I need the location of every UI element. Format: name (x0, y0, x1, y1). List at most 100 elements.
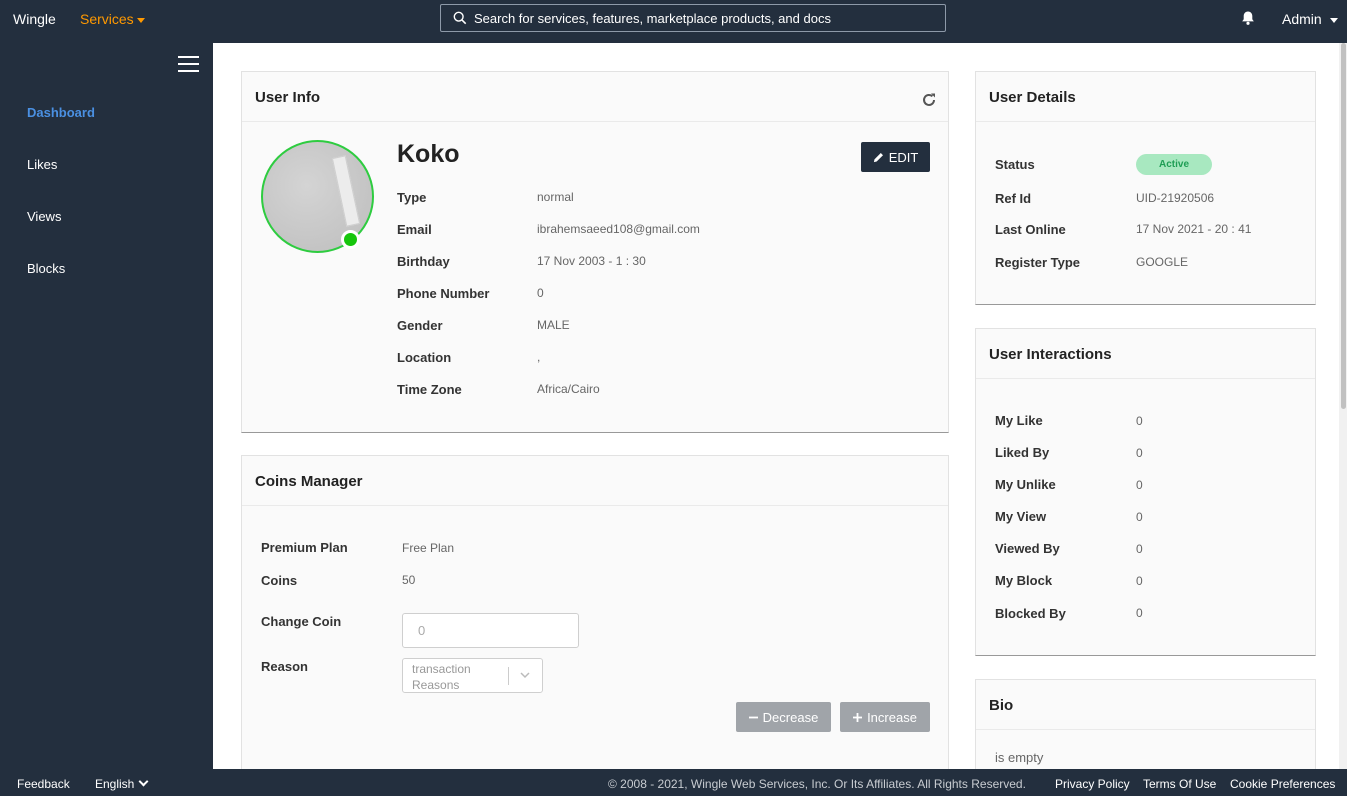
sidebar-item-blocks[interactable]: Blocks (27, 261, 65, 276)
user-menu-label: Admin (1282, 11, 1322, 27)
edit-label: EDIT (888, 149, 919, 165)
privacy-policy-link[interactable]: Privacy Policy (1055, 777, 1130, 791)
field-value: 0 (1136, 574, 1143, 588)
bell-icon[interactable] (1240, 10, 1256, 26)
scrollbar[interactable] (1339, 43, 1347, 769)
field-value: , (537, 350, 541, 364)
field-value: 0 (1136, 478, 1143, 492)
caret-down-icon (136, 17, 145, 23)
reason-label: Reason (261, 659, 308, 674)
pencil-icon (873, 152, 883, 162)
field-label: Viewed By (995, 541, 1060, 556)
reason-placeholder: transaction Reasons (412, 662, 471, 692)
field-label: Location (397, 350, 452, 365)
scrollbar-thumb[interactable] (1341, 43, 1346, 409)
coins-manager-card: Coins Manager Premium Plan Free Plan Coi… (241, 455, 949, 785)
field-label: Liked By (995, 445, 1050, 460)
decrease-label: Decrease (762, 709, 819, 725)
field-value: UID-21920506 (1136, 191, 1215, 205)
field-label: My Like (995, 413, 1043, 428)
change-coin-label: Change Coin (261, 614, 342, 629)
chevron-down-icon (138, 776, 149, 787)
increase-button[interactable]: Increase (840, 702, 930, 732)
brand-logo[interactable]: Wingle (13, 11, 56, 27)
field-value: 0 (537, 286, 544, 300)
premium-plan-value: Free Plan (402, 541, 455, 555)
select-divider (508, 667, 509, 685)
card-title: Coins Manager (255, 473, 363, 490)
language-selector[interactable]: English (95, 776, 149, 791)
user-details-card: User Details Status Active Ref Id UID-21… (975, 71, 1316, 305)
field-value: 0 (1136, 414, 1143, 428)
field-value: 17 Nov 2003 - 1 : 30 (537, 254, 646, 268)
user-name: Koko (397, 140, 460, 168)
field-value: GOOGLE (1136, 255, 1189, 269)
field-value: 0 (1136, 606, 1143, 620)
coins-manager-header: Coins Manager (242, 456, 948, 506)
card-title: User Details (989, 89, 1076, 106)
field-value: normal (537, 190, 574, 204)
card-title: Bio (989, 697, 1014, 714)
edit-button[interactable]: EDIT (861, 142, 930, 172)
status-label: Status (995, 157, 1035, 172)
field-label: My Unlike (995, 477, 1056, 492)
field-label: Email (397, 222, 432, 237)
field-value: 17 Nov 2021 - 20 : 41 (1136, 222, 1252, 236)
feedback-link[interactable]: Feedback (17, 777, 70, 791)
card-title: User Interactions (989, 346, 1112, 363)
user-interactions-header: User Interactions (976, 329, 1315, 379)
field-label: My View (995, 509, 1047, 524)
main-content: User Info Koko EDIT Type normal Email ib… (213, 43, 1347, 785)
field-label: Time Zone (397, 382, 462, 397)
field-value: Africa/Cairo (537, 382, 600, 396)
services-menu[interactable]: Services (80, 11, 145, 27)
field-value: 0 (1136, 510, 1143, 524)
user-details-header: User Details (976, 72, 1315, 122)
decrease-button[interactable]: Decrease (736, 702, 831, 732)
field-value: 0 (1136, 446, 1143, 460)
caret-down-icon (1329, 17, 1338, 23)
coins-label: Coins (261, 573, 298, 588)
user-info-header: User Info (242, 72, 948, 122)
field-value: ibrahemsaeed108@gmail.com (537, 222, 700, 236)
services-label: Services (80, 11, 134, 27)
bio-header: Bio (976, 680, 1315, 730)
online-status-dot (341, 230, 360, 249)
global-search[interactable] (440, 4, 946, 32)
copyright-text: © 2008 - 2021, Wingle Web Services, Inc.… (608, 777, 1026, 791)
field-label: Type (397, 190, 427, 205)
top-navbar: Wingle Services Admin (0, 0, 1347, 43)
field-label: Last Online (995, 222, 1066, 237)
refresh-icon[interactable] (921, 92, 937, 108)
sidebar-item-views[interactable]: Views (27, 209, 61, 224)
language-label: English (95, 777, 135, 791)
reason-select[interactable]: transaction Reasons (402, 658, 543, 693)
sidebar-item-likes[interactable]: Likes (27, 157, 57, 172)
field-value: MALE (537, 318, 570, 332)
sidebar-item-dashboard[interactable]: Dashboard (27, 105, 95, 120)
field-label: Register Type (995, 255, 1081, 270)
change-coin-input[interactable] (402, 613, 579, 648)
sidebar: Dashboard Likes Views Blocks (0, 43, 213, 769)
user-interactions-card: User Interactions My Like 0 Liked By 0 M… (975, 328, 1316, 656)
field-label: Gender (397, 318, 443, 333)
hamburger-icon[interactable] (178, 56, 199, 73)
field-label: Blocked By (995, 606, 1066, 621)
field-label: Ref Id (995, 191, 1032, 206)
user-menu[interactable]: Admin (1282, 11, 1338, 27)
terms-of-use-link[interactable]: Terms Of Use (1143, 777, 1216, 791)
field-label: My Block (995, 573, 1053, 588)
bio-card: Bio is empty (975, 679, 1316, 779)
bio-text: is empty (995, 750, 1044, 765)
field-label: Phone Number (397, 286, 490, 301)
coins-value: 50 (402, 573, 416, 587)
increase-label: Increase (867, 709, 917, 725)
cookie-preferences-link[interactable]: Cookie Preferences (1230, 777, 1335, 791)
field-label: Birthday (397, 254, 450, 269)
search-input[interactable] (474, 5, 939, 31)
premium-plan-label: Premium Plan (261, 540, 348, 555)
user-info-card: User Info Koko EDIT Type normal Email ib… (241, 71, 949, 433)
footer: Feedback English © 2008 - 2021, Wingle W… (0, 769, 1347, 796)
field-value: 0 (1136, 542, 1143, 556)
plus-icon (853, 712, 863, 722)
